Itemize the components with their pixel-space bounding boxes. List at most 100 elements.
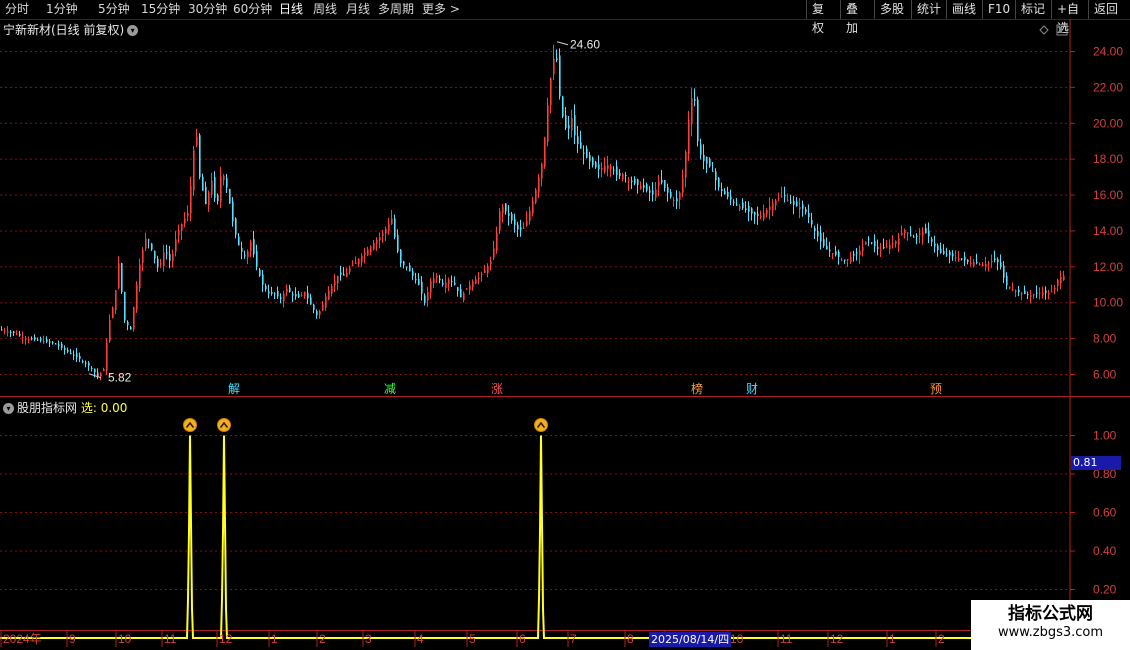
candle-body (541, 163, 543, 179)
candle-body (94, 368, 96, 373)
title-dropdown-icon[interactable]: ▾ (127, 25, 139, 36)
x-tick-label: 7 (570, 632, 577, 646)
candle-body (49, 341, 51, 343)
period-tab-9[interactable]: 多周期 (378, 2, 414, 17)
candle-body (571, 117, 573, 131)
period-tab-2[interactable]: 5分钟 (98, 2, 130, 17)
candle-body (1021, 293, 1023, 295)
toolbar-button-5[interactable]: F10 (982, 0, 1015, 19)
candle-body (427, 291, 429, 301)
event-marker-2[interactable]: 涨 (491, 381, 503, 396)
candle-body (88, 362, 90, 366)
indicator-tick-label: 0.60 (1093, 506, 1117, 520)
toolbar-button-6[interactable]: 标记 (1015, 0, 1051, 19)
toolbar-button-0[interactable]: 复权 (806, 0, 840, 35)
candle-body (61, 343, 63, 348)
event-marker-5[interactable]: 预 (930, 382, 942, 396)
period-tab-8[interactable]: 月线 (346, 2, 370, 17)
candlestick-series (1, 44, 1065, 381)
diamond-icon[interactable] (1039, 25, 1049, 35)
candle-body (262, 274, 264, 285)
period-tab-6[interactable]: 日线 (279, 2, 303, 17)
signal-arrow-icon (534, 418, 548, 432)
candle-body (652, 190, 654, 195)
candle-body (439, 278, 441, 281)
period-tab-4[interactable]: 30分钟 (188, 2, 227, 17)
candle-body (529, 210, 531, 222)
chart-canvas[interactable]: 24.0022.0020.0018.0016.0014.0012.0010.00… (0, 0, 1130, 650)
x-tick-label: 12 (219, 632, 233, 646)
candle-body (943, 250, 945, 254)
candle-body (319, 311, 321, 315)
indicator-tick-label: 0.40 (1093, 544, 1117, 558)
candle-body (817, 231, 819, 237)
candle-body (58, 344, 60, 346)
candle-body (922, 231, 924, 237)
grid-layer (0, 51, 1070, 590)
candle-body (256, 251, 258, 267)
period-tab-3[interactable]: 15分钟 (141, 2, 180, 17)
candle-body (418, 279, 420, 285)
toolbar-button-7[interactable]: +自选 (1051, 0, 1088, 35)
candle-body (1057, 280, 1059, 287)
select-value-label: 选: 0.00 (80, 401, 128, 415)
candle-body (1039, 292, 1041, 294)
candle-body (412, 271, 414, 276)
toolbar-button-8[interactable]: 返回 (1088, 0, 1130, 19)
toolbar-button-4[interactable]: 画线 (946, 0, 982, 19)
candle-body (481, 274, 483, 276)
x-tick-label: 11 (164, 632, 177, 646)
candle-body (595, 162, 597, 168)
candle-body (454, 282, 456, 285)
candle-body (196, 136, 198, 146)
candle-body (241, 247, 243, 252)
toolbar-button-2[interactable]: 多股 (874, 0, 911, 19)
candle-body (1063, 275, 1065, 280)
candle-body (739, 206, 741, 209)
indicator-title-bar: ▾ 股朋指标网 选: 0.00 (3, 399, 127, 416)
candle-body (958, 258, 960, 260)
candle-body (160, 263, 162, 265)
period-tab-1[interactable]: 1分钟 (46, 2, 78, 17)
candle-body (121, 263, 123, 292)
candle-body (574, 115, 576, 136)
candle-body (415, 278, 417, 281)
candle-body (250, 241, 252, 252)
x-tick-label: 3 (365, 632, 372, 646)
candle-body (1024, 290, 1026, 295)
candle-body (16, 334, 18, 336)
period-tab-0[interactable]: 分时 (5, 2, 29, 17)
event-marker-4[interactable]: 财 (746, 382, 758, 396)
indicator-current-value: 0.81 (1071, 456, 1121, 470)
candle-body (67, 350, 69, 352)
event-marker-0[interactable]: 解 (228, 382, 240, 396)
toolbar-button-1[interactable]: 叠加 (840, 0, 874, 35)
candle-body (937, 245, 939, 251)
toolbar-button-3[interactable]: 统计 (911, 0, 946, 19)
candle-body (337, 275, 339, 284)
event-marker-1[interactable]: 减 (384, 382, 396, 396)
candle-body (784, 195, 786, 197)
candle-body (874, 240, 876, 247)
candle-body (151, 243, 153, 250)
candle-body (199, 135, 201, 178)
signal-arrow-chevron (536, 421, 546, 428)
candle-body (1045, 290, 1047, 294)
candle-body (655, 189, 657, 198)
period-tab-7[interactable]: 周线 (313, 2, 337, 17)
candle-body (382, 233, 384, 236)
candle-body (283, 293, 285, 302)
event-marker-3[interactable]: 榜 (691, 381, 703, 396)
candle-body (193, 150, 195, 191)
period-tab-5[interactable]: 60分钟 (233, 2, 272, 17)
candle-body (727, 191, 729, 197)
period-tab-10[interactable]: 更多 > (422, 2, 460, 17)
indicator-dropdown-icon[interactable]: ▾ (3, 403, 14, 414)
candle-body (1033, 294, 1035, 296)
candle-body (841, 259, 843, 261)
candle-body (799, 207, 801, 210)
candle-body (826, 245, 828, 250)
candle-body (517, 224, 519, 230)
candle-body (658, 181, 660, 186)
candle-body (421, 281, 423, 294)
